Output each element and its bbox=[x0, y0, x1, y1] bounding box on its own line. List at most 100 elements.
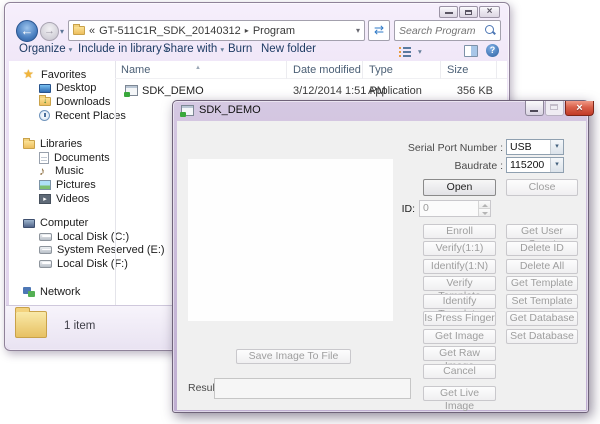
save-image-to-file-button[interactable]: Save Image To File bbox=[236, 349, 351, 364]
sidebar-item-desktop[interactable]: Desktop bbox=[9, 82, 115, 96]
column-header-size[interactable]: Size bbox=[441, 61, 497, 79]
address-dropdown-icon[interactable]: ▾ bbox=[356, 26, 360, 35]
disk-icon bbox=[39, 260, 52, 268]
baudrate-combo[interactable]: 115200 ▾ bbox=[506, 157, 564, 173]
recent-pages-dropdown[interactable]: ▾ bbox=[60, 27, 64, 36]
sidebar-item-music[interactable]: ♪Music bbox=[9, 165, 115, 179]
set-database-button[interactable]: Set Database bbox=[506, 329, 578, 344]
network-icon bbox=[23, 287, 35, 297]
sidebar-item-libraries[interactable]: Libraries bbox=[9, 137, 115, 151]
address-bar[interactable]: « GT-511C1R_SDK_20140312 ▸ Program ▾ bbox=[68, 20, 365, 41]
identify-template-button[interactable]: Identify Template bbox=[423, 294, 496, 309]
computer-icon bbox=[23, 219, 35, 228]
organize-menu[interactable]: Organize▾ bbox=[19, 43, 72, 55]
close-icon: × bbox=[566, 101, 593, 115]
search-box[interactable] bbox=[394, 20, 501, 41]
maximize-icon bbox=[550, 104, 558, 110]
help-icon: ? bbox=[490, 45, 496, 55]
view-dropdown-icon[interactable]: ▾ bbox=[415, 45, 422, 57]
refresh-button[interactable]: ⇄ bbox=[368, 20, 390, 41]
help-button[interactable]: ? bbox=[486, 44, 499, 57]
change-view-button[interactable] bbox=[399, 46, 411, 57]
sidebar-item-local-disk-c[interactable]: Local Disk (C:) bbox=[9, 230, 115, 244]
back-button[interactable]: ← bbox=[16, 20, 38, 42]
close-button[interactable]: Close bbox=[506, 179, 578, 196]
sidebar-item-recent-places[interactable]: Recent Places bbox=[9, 109, 115, 123]
get-user-count-button[interactable]: Get User Count bbox=[506, 224, 578, 239]
cancel-button[interactable]: Cancel bbox=[423, 364, 496, 379]
get-database-button[interactable]: Get Database bbox=[506, 311, 578, 326]
breadcrumb-arrow-icon: ▸ bbox=[245, 26, 249, 35]
sidebar-item-pictures[interactable]: Pictures bbox=[9, 178, 115, 192]
fingerprint-image-box bbox=[188, 159, 393, 321]
sidebar-item-downloads[interactable]: ↓Downloads bbox=[9, 95, 115, 109]
breadcrumb-prefix: « bbox=[89, 25, 95, 37]
enroll-button[interactable]: Enroll bbox=[423, 224, 496, 239]
chevron-down-icon[interactable]: ▾ bbox=[550, 140, 563, 154]
disk-icon bbox=[39, 233, 52, 241]
preview-pane-button[interactable] bbox=[464, 45, 478, 57]
explorer-minimize-button[interactable] bbox=[439, 6, 458, 18]
explorer-close-button[interactable]: × bbox=[479, 6, 500, 18]
open-button[interactable]: Open bbox=[423, 179, 496, 196]
sort-ascending-icon: ▲ bbox=[195, 59, 201, 77]
disk-icon bbox=[39, 246, 52, 254]
new-folder-button[interactable]: New folder bbox=[261, 43, 316, 55]
dialog-close-button[interactable]: × bbox=[565, 101, 594, 116]
sidebar-item-system-reserved-e[interactable]: System Reserved (E:) bbox=[9, 244, 115, 258]
file-row-sdk-demo[interactable]: SDK_DEMO 3/12/2014 1:51 PM Application 3… bbox=[115, 83, 507, 99]
sidebar-item-network[interactable]: Network bbox=[9, 285, 115, 299]
serial-port-combo[interactable]: USB ▾ bbox=[506, 139, 564, 155]
verify-template-button[interactable]: Verify Template bbox=[423, 276, 496, 291]
search-icon bbox=[485, 25, 496, 36]
sidebar-item-documents[interactable]: Documents bbox=[9, 151, 115, 165]
star-icon: ★ bbox=[23, 68, 36, 81]
identify-button[interactable]: Identify(1:N) bbox=[423, 259, 496, 274]
folder-icon bbox=[73, 26, 85, 35]
id-label: ID: bbox=[395, 203, 415, 215]
dialog-maximize-button[interactable] bbox=[545, 101, 564, 116]
spin-up-icon[interactable] bbox=[479, 201, 490, 208]
picture-icon bbox=[39, 180, 51, 190]
file-size: 356 KB bbox=[437, 83, 493, 99]
sidebar-item-videos[interactable]: ▸Videos bbox=[9, 192, 115, 206]
result-textbox[interactable] bbox=[214, 378, 411, 399]
include-in-library-menu[interactable]: Include in library▾ bbox=[78, 43, 169, 55]
get-raw-image-button[interactable]: Get Raw Image bbox=[423, 346, 496, 361]
sidebar-item-computer[interactable]: Computer bbox=[9, 216, 115, 230]
libraries-icon bbox=[23, 140, 35, 149]
forward-arrow-icon: → bbox=[44, 25, 55, 37]
get-image-button[interactable]: Get Image bbox=[423, 329, 496, 344]
clock-icon bbox=[39, 110, 50, 121]
breadcrumb-folder[interactable]: GT-511C1R_SDK_20140312 bbox=[99, 25, 241, 37]
dialog-title: SDK_DEMO bbox=[199, 104, 261, 116]
breadcrumb-subfolder[interactable]: Program bbox=[253, 25, 295, 37]
is-press-finger-button[interactable]: Is Press Finger bbox=[423, 311, 496, 326]
forward-button[interactable]: → bbox=[40, 22, 59, 41]
dialog-minimize-button[interactable] bbox=[525, 101, 544, 116]
sdk-demo-dialog: SDK_DEMO × Serial Port Number : USB ▾ Ba… bbox=[172, 100, 589, 413]
get-live-image-button[interactable]: Get Live Image bbox=[423, 386, 496, 401]
set-template-button[interactable]: Set Template bbox=[506, 294, 578, 309]
app-icon bbox=[181, 105, 194, 116]
delete-id-button[interactable]: Delete ID bbox=[506, 241, 578, 256]
dialog-titlebar: SDK_DEMO bbox=[181, 104, 261, 116]
spin-down-icon[interactable] bbox=[479, 208, 490, 216]
search-input[interactable] bbox=[399, 25, 485, 37]
video-icon: ▸ bbox=[39, 194, 51, 204]
share-with-menu[interactable]: Share with▾ bbox=[163, 43, 224, 55]
id-spinner[interactable]: 0 bbox=[419, 200, 491, 217]
verify-button[interactable]: Verify(1:1) bbox=[423, 241, 496, 256]
burn-button[interactable]: Burn bbox=[228, 43, 252, 55]
column-header-type[interactable]: Type bbox=[363, 61, 441, 79]
explorer-maximize-button[interactable] bbox=[459, 6, 478, 18]
sidebar-item-favorites[interactable]: ★Favorites bbox=[9, 68, 115, 82]
delete-all-button[interactable]: Delete All bbox=[506, 259, 578, 274]
desktop-icon bbox=[39, 84, 51, 93]
document-icon bbox=[39, 152, 49, 164]
get-template-button[interactable]: Get Template bbox=[506, 276, 578, 291]
column-header-name[interactable]: Name▲ bbox=[115, 61, 287, 79]
chevron-down-icon[interactable]: ▾ bbox=[550, 158, 563, 172]
column-header-date-modified[interactable]: Date modified bbox=[287, 61, 363, 79]
sidebar-item-local-disk-f[interactable]: Local Disk (F:) bbox=[9, 257, 115, 271]
